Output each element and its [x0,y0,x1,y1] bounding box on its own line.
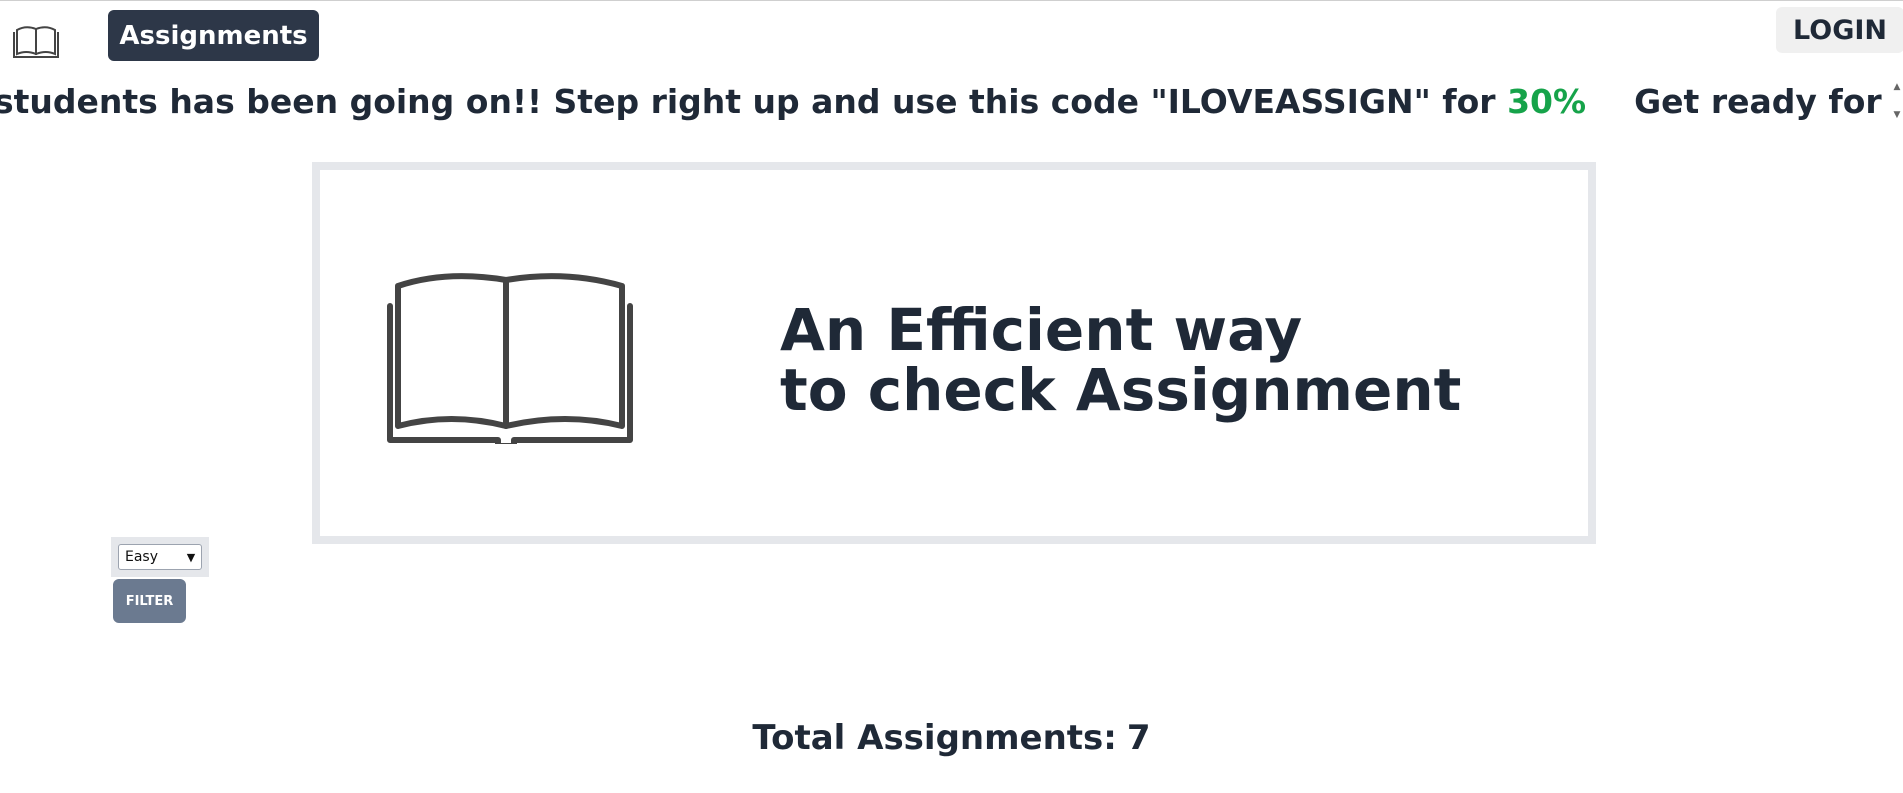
scroll-down-icon[interactable]: ▼ [1894,110,1901,120]
discount-value: 30% [1507,82,1587,121]
difficulty-select[interactable]: Easy ▼ [118,544,202,570]
open-book-icon [387,273,633,444]
top-border [0,0,1903,1]
filter-button-label: FILTER [125,593,174,609]
total-assignments-label: Total Assignments: [752,718,1117,758]
login-button[interactable]: LOGIN [1776,7,1903,53]
total-assignments: Total Assignments: 7 [0,718,1903,758]
hero-title-line2: to check Assignment [780,356,1462,424]
marquee-next-text: Get ready for some fant [1634,82,1893,121]
promo-marquee: students has been going on!! Step right … [0,80,1893,126]
assignments-nav-button[interactable]: Assignments [108,10,319,61]
filter-button[interactable]: FILTER [113,579,186,623]
total-assignments-count: 7 [1126,718,1151,758]
scroll-up-icon[interactable]: ▲ [1894,82,1901,92]
hero-title-line1: An Efficient way [780,296,1303,364]
difficulty-selected-value: Easy [125,549,159,565]
marquee-scroll-arrows[interactable]: ▲ ▼ [1891,82,1903,120]
marquee-text: students has been going on!! Step right … [0,82,1496,121]
assignments-nav-label: Assignments [119,20,308,51]
open-book-icon[interactable] [12,24,60,60]
login-label: LOGIN [1793,14,1887,46]
filter-select-wrapper: Easy ▼ [111,537,209,577]
marquee-track: students has been going on!! Step right … [0,82,1893,122]
hero-title: An Efficient way to check Assignment [780,300,1461,420]
chevron-down-icon: ▼ [186,550,196,564]
hero-banner: An Efficient way to check Assignment [312,162,1596,544]
